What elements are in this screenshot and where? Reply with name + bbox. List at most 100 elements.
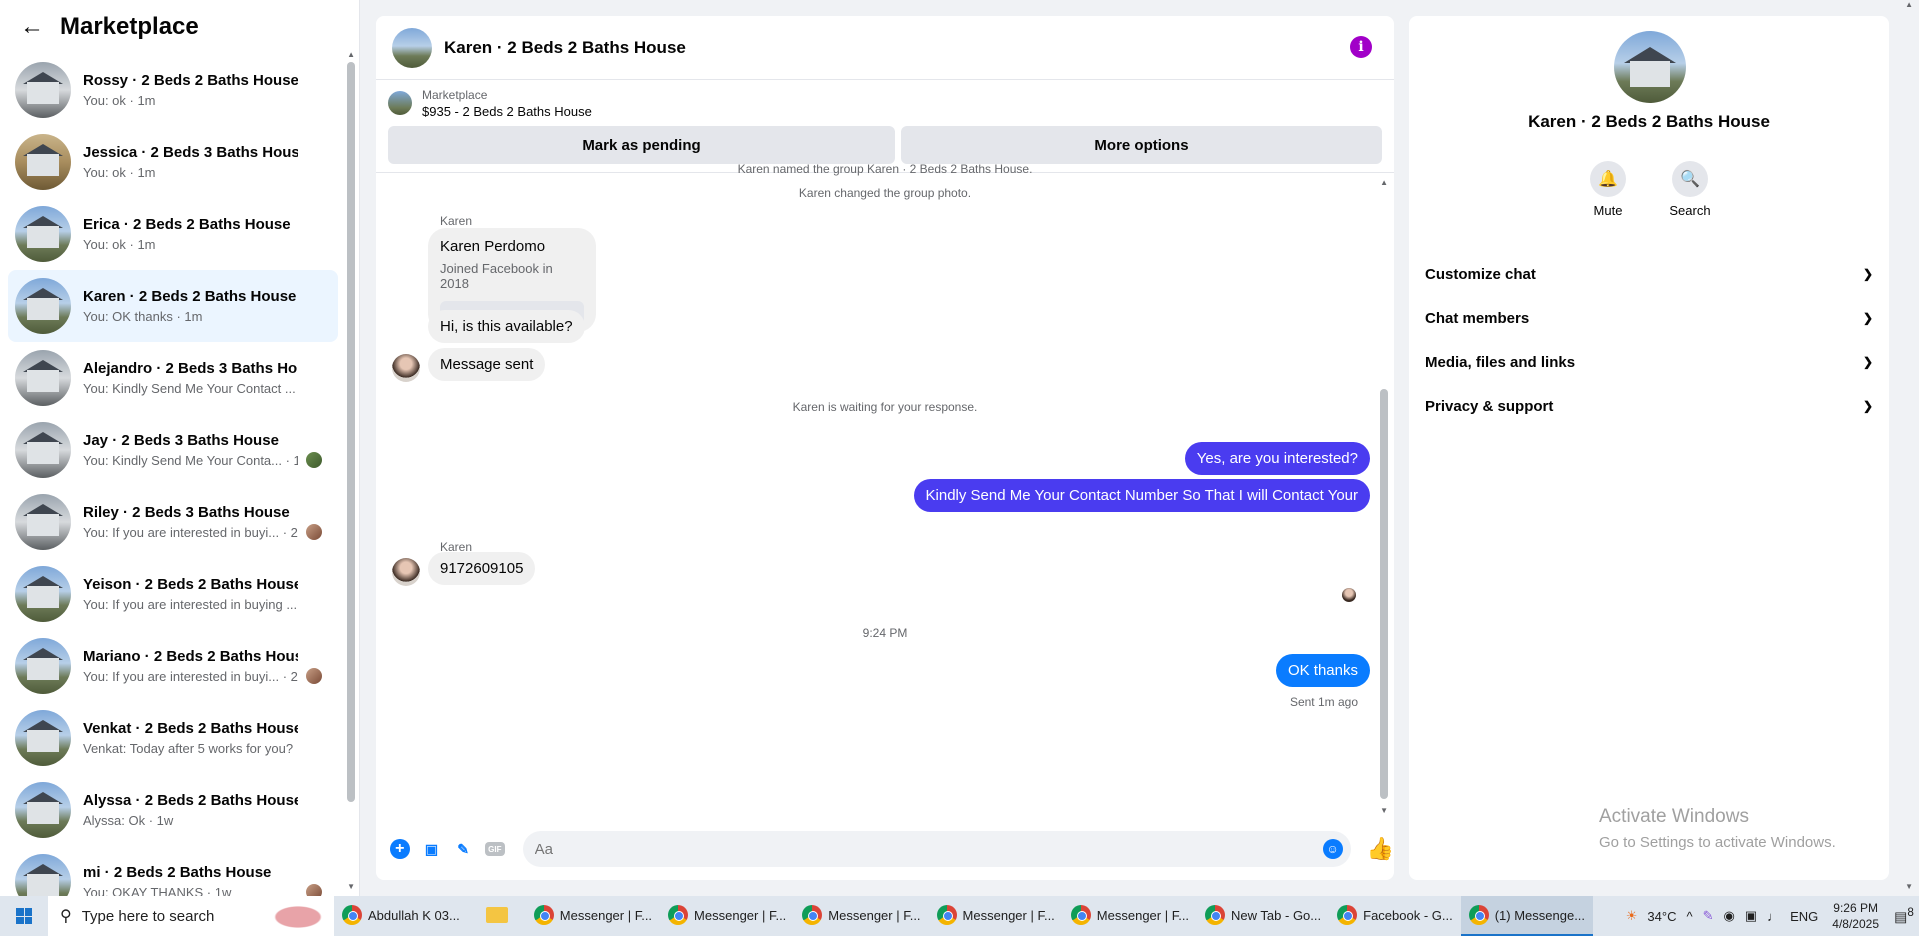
mark-as-pending-button[interactable]: Mark as pending [388,126,895,164]
system-tray: ☀ 34°C ^ ✎ ◉ ▣ ♩ ENG 9:26 PM 4/8/2025 ▤8 [1616,896,1919,936]
taskbar-app[interactable]: Abdullah K 03... [334,896,468,936]
mute-label: Mute [1593,203,1623,218]
outgoing-message: Yes, are you interested? [1184,442,1370,475]
volume-icon[interactable]: ♩ [1767,909,1780,924]
pen-icon[interactable]: ✎ [1703,908,1714,924]
buyer-joined: Joined Facebook in 2018 [440,261,553,291]
outgoing-message: Kindly Send Me Your Contact Number So Th… [913,479,1370,512]
language-indicator[interactable]: ENG [1790,909,1818,924]
chrome-icon [1468,905,1489,925]
conversation-name: Jay · 2 Beds 3 Baths House [83,432,279,449]
taskbar-app[interactable]: New Tab - Go... [1197,896,1329,936]
scroll-up-arrow-icon[interactable]: ▲ [347,50,355,59]
activate-windows-watermark: Activate Windows Go to Settings to activ… [1599,806,1836,851]
conversation-preview: Alyssa: Ok · 1w [83,813,174,828]
conversation-item[interactable]: Jay · 2 Beds 3 Baths House You: Kindly Se… [8,414,338,486]
taskbar-app[interactable]: Messenger | F... [660,896,794,936]
clock-time: 9:26 PM [1833,901,1878,915]
conversation-item[interactable]: Riley · 2 Beds 3 Baths House You: If you … [8,486,338,558]
scroll-up-arrow-icon[interactable]: ▲ [1380,178,1388,187]
emoji-icon[interactable]: ☺ [1322,839,1343,859]
taskbar-app[interactable]: Messenger | F... [929,896,1063,936]
chat-panel: Karen · 2 Beds 2 Baths House i Marketpla… [376,16,1394,880]
system-message: Karen is waiting for your response. [792,400,978,414]
conversation-item-active[interactable]: Karen · 2 Beds 2 Baths House You: OK than… [8,270,338,342]
notification-count: 8 [1907,906,1914,920]
info-icon[interactable]: i [1350,36,1372,58]
windows-start-icon[interactable] [0,908,48,924]
listing-info[interactable]: Marketplace $935 - 2 Beds 2 Baths House [376,80,1394,126]
camera-icon[interactable]: ◉ [1723,908,1734,924]
message-input[interactable] [534,840,1295,858]
search-icon: 🔍 [1672,161,1708,197]
chrome-icon [1205,905,1226,925]
karen-avatar[interactable] [392,558,420,586]
taskbar-app[interactable]: Messenger | F... [794,896,928,936]
page-scroll-up-icon[interactable]: ▲ [1905,0,1913,9]
conversation-item[interactable]: Venkat · 2 Beds 2 Baths House Venkat: Tod… [8,702,338,774]
participant-avatar [306,884,322,896]
privacy-support-item[interactable]: Privacy & support ❯ [1425,384,1873,428]
conversation-name: Jessica · 2 Beds 3 Baths House [83,144,298,161]
taskbar-app[interactable]: Messenger | F... [526,896,660,936]
chrome-icon [1070,905,1091,925]
conversation-name: Yeison · 2 Beds 2 Baths House [83,576,298,593]
conversation-preview: You: Kindly Send Me Your Contact ... · 1… [83,381,298,396]
info-menu: Customize chat ❯ Chat members ❯ Media, fil… [1425,252,1873,428]
taskbar-app[interactable]: Messenger | F... [1063,896,1197,936]
chat-avatar[interactable] [392,27,432,68]
conversation-avatar [15,206,71,262]
chevron-down-icon: ❯ [1862,399,1873,413]
taskbar-app[interactable]: Facebook - G... [1329,896,1461,936]
chevron-up-icon[interactable]: ^ [1686,909,1692,924]
clock[interactable]: 9:26 PM 4/8/2025 [1832,900,1879,932]
conversation-item[interactable]: Alejandro · 2 Beds 3 Baths House You: Kin… [8,342,338,414]
message-input-box[interactable]: ☺ [522,831,1351,867]
conversation-preview: You: Kindly Send Me Your Conta... · 1d [83,453,298,468]
search-button[interactable]: 🔍 Search [1667,161,1713,218]
conversation-item[interactable]: Mariano · 2 Beds 2 Baths House You: If yo… [8,630,338,702]
conversation-avatar [15,566,71,622]
sidebar-scrollbar[interactable] [347,62,355,802]
media-files-links-item[interactable]: Media, files and links ❯ [1425,340,1873,384]
more-options-button[interactable]: More options [901,126,1382,164]
chat-title[interactable]: Karen · 2 Beds 2 Baths House [444,38,686,58]
message-composer: + ▣ ✎ GIF ☺ 👍 [376,818,1394,880]
gif-icon[interactable]: GIF [484,842,505,856]
conversation-item[interactable]: Erica · 2 Beds 2 Baths House You: ok · 1m [8,198,338,270]
menu-label: Privacy & support [1425,397,1554,415]
search-highlight-image [270,904,326,930]
conversation-item[interactable]: Rossy · 2 Beds 2 Baths House You: ok · 1m [8,54,338,126]
temperature[interactable]: 34°C [1647,909,1676,924]
taskbar-app-label: Messenger | F... [828,907,921,923]
conversation-item[interactable]: Jessica · 2 Beds 3 Baths House You: ok · … [8,126,338,198]
photo-icon[interactable]: ▣ [422,839,442,859]
page-scroll-down-icon[interactable]: ▼ [1905,882,1913,891]
network-icon[interactable]: ▣ [1745,908,1757,924]
mute-button[interactable]: 🔔 Mute [1585,161,1631,218]
conversation-preview: You: OKAY THANKS · 1w [83,885,232,896]
chat-scrollbar[interactable] [1380,389,1388,799]
karen-avatar[interactable] [392,354,420,382]
back-arrow-icon[interactable]: ← [20,13,44,41]
participant-avatar [306,524,322,540]
scroll-down-arrow-icon[interactable]: ▼ [1380,806,1388,815]
conversation-item[interactable]: mi · 2 Beds 2 Baths House You: OKAY THANK… [8,846,338,896]
weather-icon[interactable]: ☀ [1626,908,1638,924]
group-title: Karen · 2 Beds 2 Baths House [1528,112,1770,131]
sticker-icon[interactable]: ✎ [453,839,473,859]
conversation-preview: You: ok · 1m [83,165,156,180]
taskbar-app-active[interactable]: (1) Messenge... [1460,896,1594,936]
taskbar-search[interactable]: ⚲ Type here to search [48,896,334,936]
scroll-down-arrow-icon[interactable]: ▼ [347,882,355,891]
thumbs-up-icon[interactable]: 👍 [1367,836,1394,862]
chat-members-item[interactable]: Chat members ❯ [1425,296,1873,340]
customize-chat-item[interactable]: Customize chat ❯ [1425,252,1873,296]
conversation-item[interactable]: Alyssa · 2 Beds 2 Baths House Alyssa: Ok … [8,774,338,846]
plus-icon[interactable]: + [390,839,410,859]
notification-icon[interactable]: ▤8 [1889,906,1919,926]
conversation-avatar [15,62,71,118]
taskbar-file-explorer[interactable] [468,896,526,936]
group-avatar[interactable] [1614,31,1686,103]
conversation-item[interactable]: Yeison · 2 Beds 2 Baths House You: If you… [8,558,338,630]
